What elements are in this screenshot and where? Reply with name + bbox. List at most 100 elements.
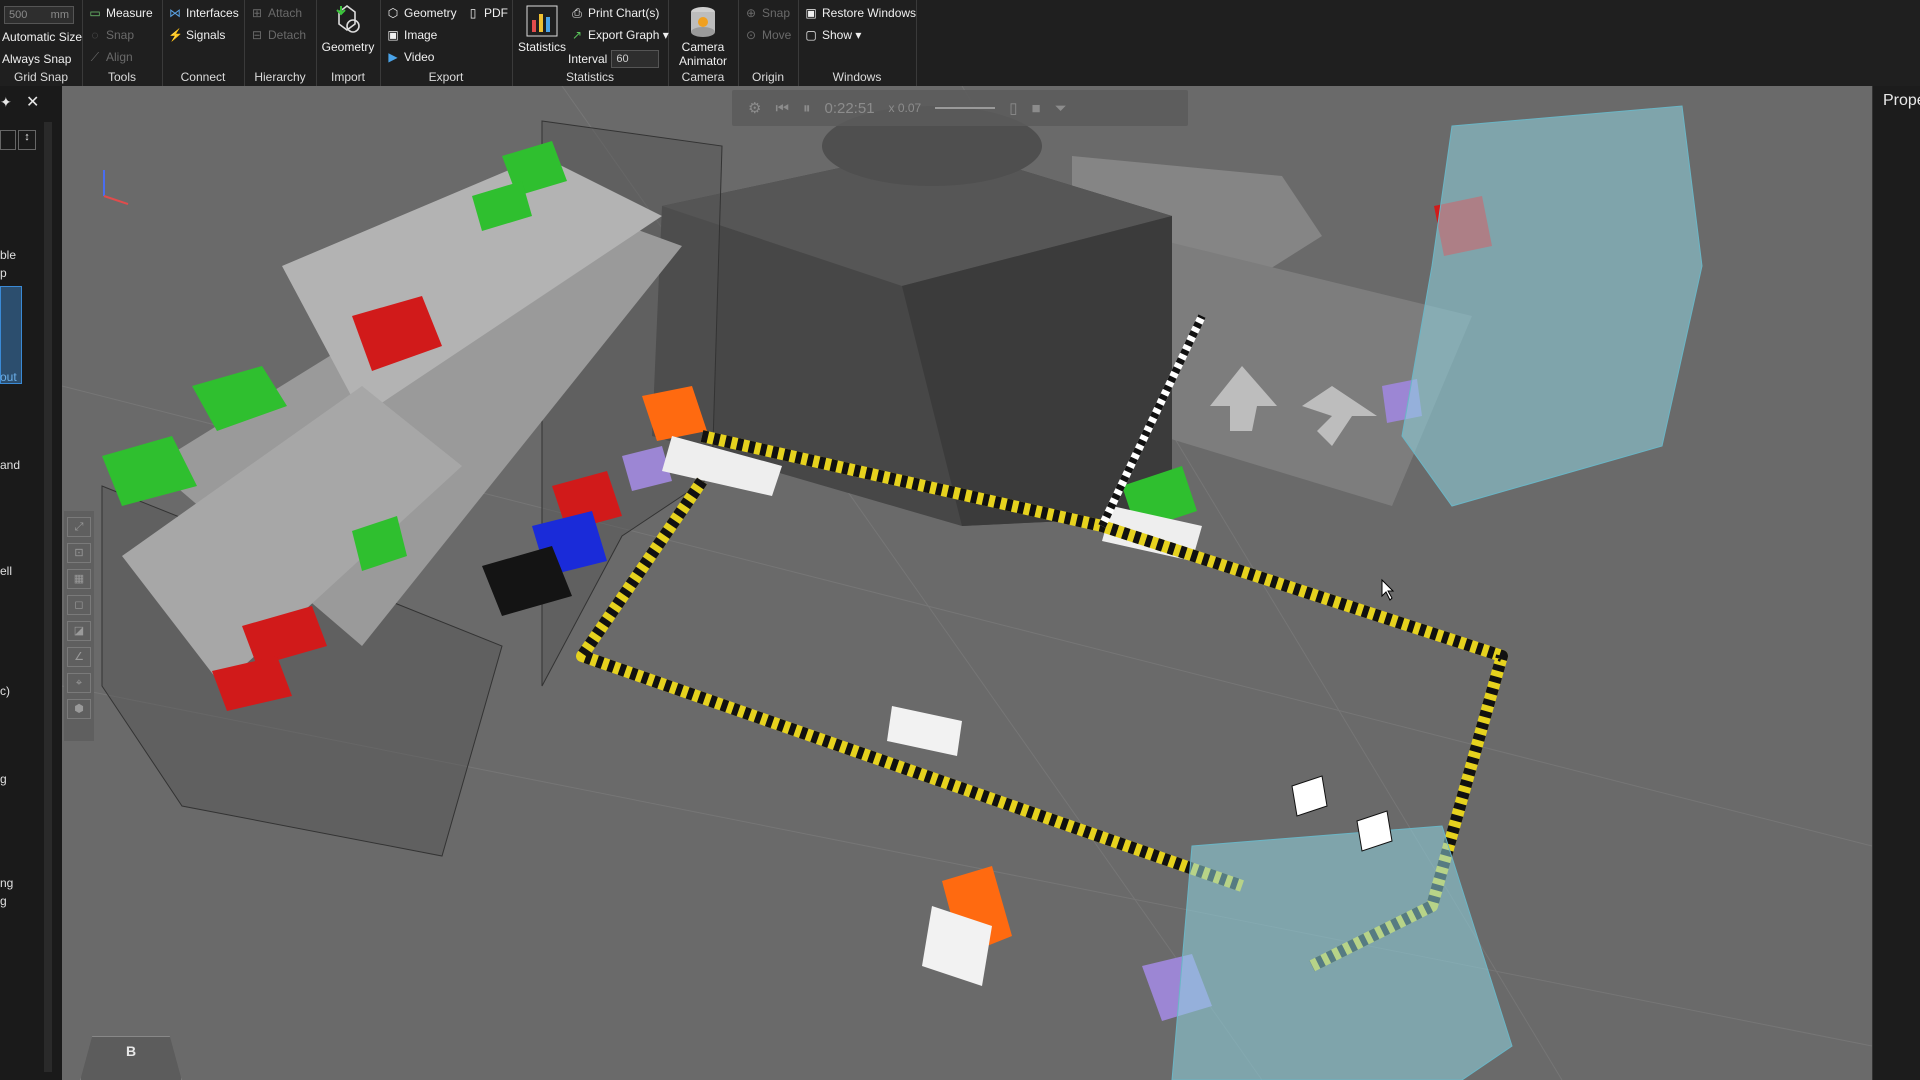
left-panel-item-3[interactable]: out bbox=[0, 370, 17, 384]
view-cube-label: B bbox=[125, 1043, 137, 1059]
move-icon: ⊙ bbox=[745, 28, 757, 42]
group-connect: ⋈ Interfaces ⚡ Signals Connect bbox=[162, 0, 245, 86]
left-panel-item-2[interactable]: p bbox=[0, 266, 7, 280]
always-snap-button[interactable]: Always Snap bbox=[2, 52, 71, 66]
export-geometry-button[interactable]: ⬡ Geometry bbox=[386, 6, 457, 20]
group-windows: ▣ Restore Windows ▢ Show ▾ Windows bbox=[798, 0, 917, 86]
workstation-ghost-top bbox=[1401, 105, 1703, 507]
export-pdf-label: PDF bbox=[484, 6, 508, 20]
export-pdf-button[interactable]: ▯ PDF bbox=[466, 6, 508, 20]
origin-move-button[interactable]: ⊙ Move bbox=[744, 28, 791, 42]
detach-icon: ⊟ bbox=[251, 28, 263, 42]
signals-button[interactable]: ⚡ Signals bbox=[168, 28, 225, 42]
grid-toggle-icon[interactable]: ▦ bbox=[67, 569, 91, 589]
interfaces-icon: ⋈ bbox=[169, 6, 181, 20]
group-title-camera: Camera bbox=[681, 70, 725, 84]
properties-panel-title[interactable]: Prope bbox=[1883, 92, 1920, 110]
view-cube[interactable]: B bbox=[80, 1036, 182, 1080]
close-icon[interactable]: ✕ bbox=[26, 92, 39, 112]
printer-icon: ⎙ bbox=[572, 6, 582, 20]
group-title-origin: Origin bbox=[751, 70, 784, 84]
measure-button[interactable]: ▭ Measure bbox=[88, 6, 152, 20]
grid-snap-input[interactable]: 500 mm bbox=[4, 6, 74, 24]
detach-button[interactable]: ⊟ Detach bbox=[250, 28, 306, 42]
interval-input[interactable]: 60 bbox=[611, 50, 660, 68]
snap-icon: ◌ bbox=[91, 28, 99, 42]
mouse-cursor-icon bbox=[1381, 578, 1395, 601]
group-export: ⬡ Geometry ▯ PDF ▣ Image ▶ Video Export bbox=[380, 0, 513, 86]
left-panel-item-8[interactable]: ng bbox=[0, 876, 13, 890]
left-panel-item-5[interactable]: ell bbox=[0, 564, 12, 578]
render-mode-icon[interactable]: ⬢ bbox=[67, 699, 91, 719]
attach-button[interactable]: ⊞ Attach bbox=[250, 6, 302, 20]
left-panel-item-6[interactable]: c) bbox=[0, 684, 10, 698]
align-button[interactable]: ⟋ Align bbox=[88, 50, 133, 64]
zoom-selected-icon[interactable]: ⊡ bbox=[67, 543, 91, 563]
export-graph-button[interactable]: ↗ Export Graph ▾ bbox=[570, 28, 669, 42]
pin-icon[interactable]: ✦ bbox=[0, 94, 12, 111]
export-geometry-label: Geometry bbox=[404, 6, 457, 20]
rewind-icon[interactable]: ⏮ bbox=[775, 100, 789, 117]
sort-icon[interactable]: ↕ bbox=[18, 130, 36, 150]
group-import: Geometry Import bbox=[316, 0, 381, 86]
export-image-label: Image bbox=[404, 28, 438, 42]
always-snap-label: Always Snap bbox=[2, 52, 72, 66]
group-title-statistics: Statistics bbox=[565, 70, 614, 84]
left-panel-scrollbar[interactable] bbox=[44, 122, 52, 1072]
group-camera: Camera Animator Camera bbox=[668, 0, 739, 86]
filter-icon[interactable]: ⏷ bbox=[1055, 100, 1067, 117]
box-view-icon[interactable]: ◻ bbox=[67, 595, 91, 615]
group-hierarchy: ⊞ Attach ⊟ Detach Hierarchy bbox=[244, 0, 317, 86]
restore-windows-icon: ▣ bbox=[805, 6, 817, 20]
export-image-button[interactable]: ▣ Image bbox=[386, 28, 437, 42]
camera-animator-button[interactable]: Camera Animator bbox=[673, 4, 733, 68]
camera-icon[interactable]: ■ bbox=[1032, 100, 1041, 117]
restore-windows-button[interactable]: ▣ Restore Windows bbox=[804, 6, 916, 20]
origin-snap-label: Snap bbox=[762, 6, 791, 20]
lightning-icon: ⚡ bbox=[168, 28, 183, 42]
automatic-size-button[interactable]: Automatic Size bbox=[2, 30, 82, 44]
automatic-size-label: Automatic Size bbox=[2, 30, 83, 44]
left-panel-item-4[interactable]: and bbox=[0, 458, 20, 472]
align-icon: ⟋ bbox=[90, 50, 100, 64]
align-label: Align bbox=[106, 50, 133, 64]
pause-icon[interactable]: ⏸ bbox=[803, 100, 811, 117]
show-button[interactable]: ▢ Show ▾ bbox=[804, 28, 861, 42]
camera-animator-label-2: Animator bbox=[678, 54, 728, 68]
grid-view-icon[interactable] bbox=[0, 130, 16, 150]
show-label: Show ▾ bbox=[822, 28, 862, 42]
attach-icon: ⊞ bbox=[251, 6, 263, 20]
group-origin: ⊕ Snap ⊙ Move Origin bbox=[738, 0, 799, 86]
chart-icon[interactable]: ∠ bbox=[67, 647, 91, 667]
settings-icon[interactable]: ⚙ bbox=[748, 99, 761, 117]
interfaces-button[interactable]: ⋈ Interfaces bbox=[168, 6, 239, 20]
3d-viewport[interactable]: ⚙ ⏮ ⏸ 0:22:51 x 0.07 ▯ ■ ⏷ ⤢ ⊡ ▦ ◻ ◪ ∠ ⌖… bbox=[62, 86, 1872, 1080]
speed-slider[interactable] bbox=[935, 107, 996, 109]
view-tools-strip: ⤢ ⊡ ▦ ◻ ◪ ∠ ⌖ ⬢ bbox=[64, 511, 94, 741]
statistics-button[interactable]: Statistics bbox=[514, 4, 570, 54]
interfaces-label: Interfaces bbox=[186, 6, 239, 20]
measure-view-icon[interactable]: ⌖ bbox=[67, 673, 91, 693]
interval-row: Interval 60 bbox=[568, 50, 660, 68]
print-chart-button[interactable]: ⎙ Print Chart(s) bbox=[570, 6, 659, 20]
left-panel-item-9[interactable]: g bbox=[0, 894, 7, 908]
snap-button[interactable]: ◌ Snap bbox=[88, 28, 134, 42]
geometry-export-icon: ⬡ bbox=[387, 6, 399, 20]
grid-snap-value: 500 bbox=[9, 9, 28, 21]
group-title-grid-snap: Grid Snap bbox=[13, 70, 69, 84]
pdf-icon[interactable]: ▯ bbox=[1009, 99, 1017, 117]
left-panel-item-7[interactable]: g bbox=[0, 772, 7, 786]
export-graph-label: Export Graph ▾ bbox=[588, 28, 669, 42]
statistics-label: Statistics bbox=[517, 40, 566, 54]
attach-label: Attach bbox=[268, 6, 303, 20]
group-title-export: Export bbox=[428, 70, 464, 84]
import-geometry-button[interactable]: Geometry bbox=[318, 4, 378, 54]
zoom-extents-icon[interactable]: ⤢ bbox=[67, 517, 91, 537]
group-title-windows: Windows bbox=[832, 70, 882, 84]
origin-snap-button[interactable]: ⊕ Snap bbox=[744, 6, 790, 20]
left-panel-item-1[interactable]: ble bbox=[0, 248, 16, 262]
workstation-ghost-bottom bbox=[1171, 825, 1513, 1080]
projection-icon[interactable]: ◪ bbox=[67, 621, 91, 641]
export-video-button[interactable]: ▶ Video bbox=[386, 50, 434, 64]
scene-3d bbox=[62, 86, 1872, 1080]
